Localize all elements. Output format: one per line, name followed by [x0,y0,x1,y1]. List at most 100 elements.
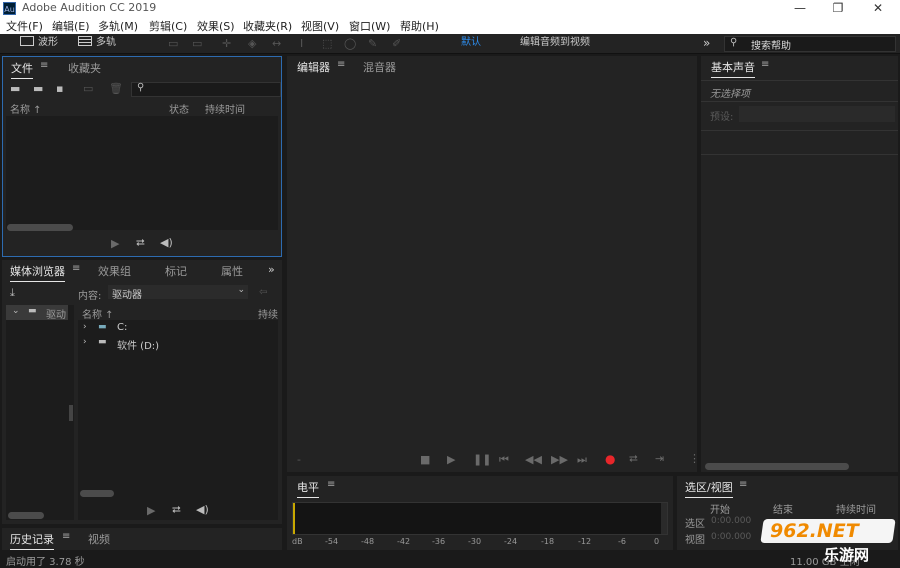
panel-menu-icon[interactable]: ≡ [337,59,345,70]
tab-effects-rack[interactable]: 效果组 [98,263,131,279]
meter-scale-tick: -24 [504,537,518,546]
clip-indicator[interactable] [661,503,667,534]
play-icon[interactable]: ▶ [447,453,455,466]
spot-healing-icon[interactable]: ✐ [392,37,401,50]
tab-selection-view[interactable]: 选区/视图 [685,479,733,498]
autoplay-icon[interactable]: ◀) [196,503,209,516]
skip-to-start-icon[interactable]: ⏮ [499,453,509,467]
tab-files[interactable]: 文件 [11,60,33,79]
insert-into-multitrack-icon[interactable]: ▭ [83,82,93,95]
essential-sound-scrollbar[interactable] [705,463,849,470]
column-name[interactable]: 名称 ↑ [10,101,42,116]
tab-video[interactable]: 视频 [88,531,110,547]
panel-menu-icon[interactable]: ≡ [739,479,747,490]
menu-favorites[interactable]: 收藏夹(R) [243,18,292,34]
spectral-pitch-icon[interactable]: ▭ [192,37,202,50]
pause-icon[interactable]: ❚❚ [473,453,491,466]
autoplay-icon[interactable]: ◀) [160,236,173,249]
media-row-c[interactable]: C: [117,322,127,333]
close-button[interactable]: ✕ [858,0,898,17]
more-icon[interactable]: ⋮ [689,452,700,465]
menu-view[interactable]: 视图(V) [301,18,339,34]
back-arrow-icon[interactable]: ⇦ [259,287,267,298]
media-row-d[interactable]: 软件 (D:) [117,337,159,352]
meter-scale-tick: -36 [432,537,446,546]
menu-edit[interactable]: 编辑(E) [52,18,90,34]
menu-help[interactable]: 帮助(H) [400,18,439,34]
menu-multitrack[interactable]: 多轨(M) [98,18,138,34]
rewind-icon[interactable]: ◀◀ [525,453,542,466]
column-name[interactable]: 名称 ↑ [82,306,114,321]
record-icon[interactable]: ● [605,452,615,466]
content-select[interactable]: 驱动器 ⌄ [108,285,248,301]
slip-tool-icon[interactable]: ↔ [272,37,281,50]
panel-overflow-button[interactable]: » [268,263,275,276]
column-duration[interactable]: 持续时间 [205,101,245,116]
tab-essential-sound[interactable]: 基本声音 [711,59,755,78]
tab-favorites[interactable]: 收藏夹 [68,60,101,76]
spectral-frequency-icon[interactable]: ▭ [168,37,178,50]
fast-forward-icon[interactable]: ▶▶ [551,453,568,466]
time-selection-icon[interactable]: I [300,37,303,50]
selection-start-value[interactable]: 0:00.000 [711,516,751,526]
file-list[interactable] [6,116,278,230]
tab-markers[interactable]: 标记 [165,263,187,279]
loop-icon[interactable]: ⮂ [172,503,181,517]
multitrack-label: 多轨 [96,37,116,48]
menu-clip[interactable]: 剪辑(C) [149,18,187,34]
view-start-value[interactable]: 0:00.000 [711,532,751,542]
media-scrollbar[interactable] [80,490,114,497]
maximize-button[interactable]: ❐ [818,0,858,17]
preset-dropdown[interactable] [739,106,895,122]
play-icon[interactable]: ▶ [111,237,119,250]
chevron-down-icon[interactable]: ⌄ [12,306,20,316]
download-icon[interactable]: ⤓ [10,286,15,300]
tree-scrollbar[interactable] [8,512,44,519]
tab-properties[interactable]: 属性 [221,263,243,279]
panel-menu-icon[interactable]: ≡ [327,479,335,490]
open-file-icon[interactable]: ▬ [10,82,20,95]
column-duration[interactable]: 持续 [258,306,278,321]
import-file-icon[interactable]: ▬ [33,82,43,95]
new-file-icon[interactable]: ▪ [56,82,63,95]
panel-menu-icon[interactable]: ≡ [40,60,48,71]
chevron-right-icon[interactable]: › [83,337,87,347]
help-search-input[interactable]: ⚲ 搜索帮助 [724,36,896,52]
files-scrollbar[interactable] [7,224,73,231]
menu-window[interactable]: 窗口(W) [349,18,390,34]
workspace-edit-audio-to-video[interactable]: 编辑音频到视频 [520,36,590,50]
files-search-input[interactable]: ⚲ [131,82,281,97]
skip-selection-icon[interactable]: ⇥ [655,452,664,465]
chevron-right-icon[interactable]: › [83,322,87,332]
waveform-button[interactable]: 波形 [20,36,58,50]
loop-icon[interactable]: ⮂ [629,452,638,466]
minimize-button[interactable]: — [780,0,820,17]
marquee-tool-icon[interactable]: ⬚ [322,37,332,50]
play-icon[interactable]: ▶ [147,504,155,517]
tree-drives-label[interactable]: 驱动 [46,306,66,321]
menu-effects[interactable]: 效果(S) [197,18,235,34]
multitrack-button[interactable]: 多轨 [78,36,116,50]
move-tool-icon[interactable]: ✛ [222,37,231,50]
workspace-default[interactable]: 默认 [461,36,481,50]
editor-canvas[interactable] [287,76,697,456]
menu-file[interactable]: 文件(F) [6,18,43,34]
tab-mixer[interactable]: 混音器 [363,59,396,75]
workspace-overflow-button[interactable]: » [703,36,710,50]
brush-tool-icon[interactable]: ✎ [368,37,377,50]
panel-menu-icon[interactable]: ≡ [72,263,80,274]
lasso-tool-icon[interactable]: ◯ [344,37,356,50]
skip-to-end-icon[interactable]: ⏭ [577,453,587,467]
delete-file-icon[interactable]: 🗑 [109,82,123,95]
razor-tool-icon[interactable]: ◈ [248,37,256,50]
tab-levels[interactable]: 电平 [297,479,319,498]
tab-editor[interactable]: 编辑器 [297,59,330,78]
panel-menu-icon[interactable]: ≡ [761,59,769,70]
stop-icon[interactable]: ■ [420,453,430,466]
column-status[interactable]: 状态 [169,101,189,116]
loop-icon[interactable]: ⮂ [136,236,145,250]
tab-history[interactable]: 历史记录 [10,531,54,550]
panel-menu-icon[interactable]: ≡ [62,531,70,542]
tab-media-browser[interactable]: 媒体浏览器 [10,263,65,282]
splitter-grip[interactable] [69,405,73,421]
